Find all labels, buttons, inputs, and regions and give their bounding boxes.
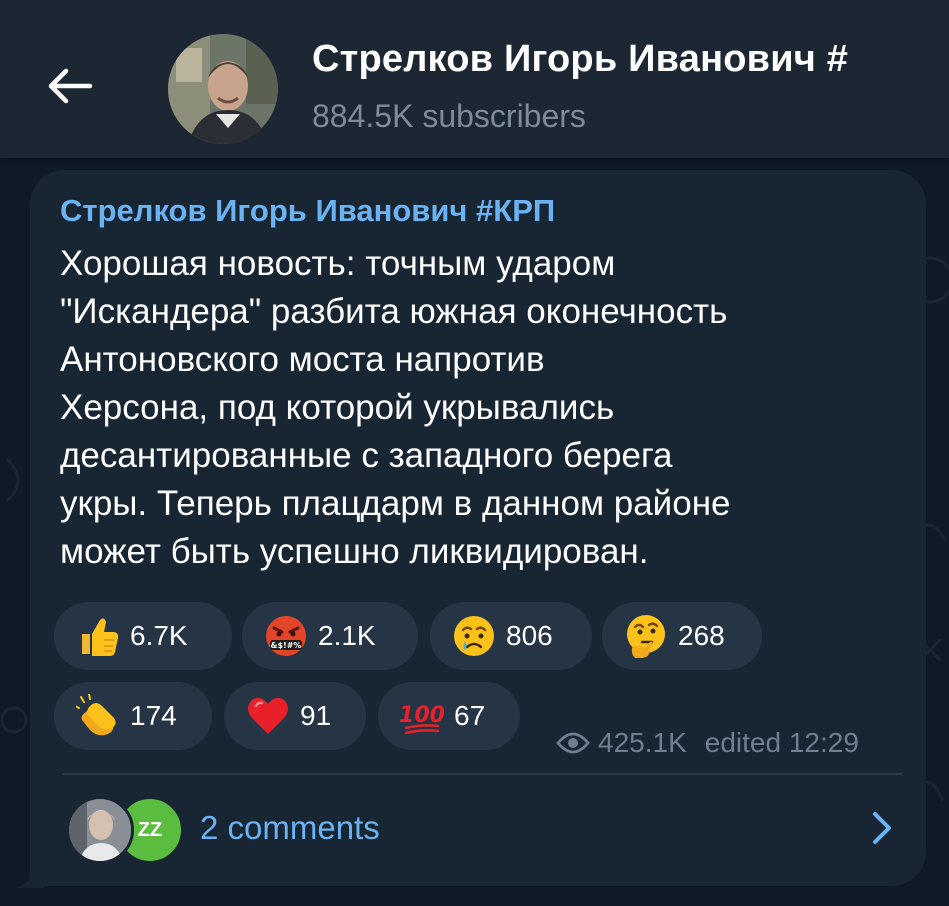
- view-count: 425.1K: [598, 727, 687, 758]
- hundred-points-icon: 100: [400, 703, 444, 735]
- reaction-count: 268: [678, 620, 725, 651]
- message-meta: 425.1K edited 12:29: [556, 726, 859, 760]
- reaction-count: 2.1K: [318, 620, 376, 651]
- reaction-cursing[interactable]: &$!#% 2.1K: [242, 602, 418, 670]
- reaction-crying[interactable]: 806: [430, 602, 592, 670]
- svg-text:&$!#%: &$!#%: [271, 641, 302, 650]
- reaction-clapping[interactable]: 174: [54, 682, 212, 750]
- channel-avatar[interactable]: [168, 34, 278, 144]
- reaction-thumbs-up[interactable]: 6.7K: [54, 602, 232, 670]
- thinking-face-icon: [627, 615, 665, 658]
- eye-icon: [556, 732, 590, 754]
- message-line: Херсона, под которой укрывались: [60, 388, 615, 427]
- channel-avatar-image: [168, 34, 278, 144]
- reaction-count: 67: [454, 700, 486, 731]
- comments-label: 2 comments: [200, 809, 380, 846]
- chevron-right-icon: [873, 812, 891, 844]
- edited-time: edited 12:29: [704, 727, 859, 758]
- clapping-hands-icon: [76, 694, 116, 736]
- message-line: Антоновского моста напротив: [60, 340, 545, 379]
- reaction-count: 91: [300, 700, 332, 731]
- reaction-count: 806: [506, 620, 553, 651]
- message-line: "Искандера" разбита южная оконечность: [60, 292, 728, 331]
- comments-divider: [62, 773, 902, 775]
- reaction-hundred[interactable]: 100 67: [378, 682, 520, 750]
- commenter-avatar-image: [69, 799, 131, 861]
- message-line: Хорошая новость: точным ударом: [60, 244, 616, 283]
- reaction-count: 6.7K: [130, 620, 188, 651]
- back-button[interactable]: [40, 56, 100, 116]
- message-author[interactable]: Стрелков Игорь Иванович #КРП: [60, 193, 555, 229]
- reaction-count: 174: [130, 700, 177, 731]
- reaction-thinking[interactable]: 268: [602, 602, 762, 670]
- cursing-face-icon: &$!#%: [266, 616, 306, 656]
- subscriber-count: 884.5K subscribers: [312, 98, 586, 134]
- channel-header: Стрелков Игорь Иванович # 884.5K subscri…: [0, 0, 949, 158]
- channel-title[interactable]: Стрелков Игорь Иванович #: [312, 38, 949, 92]
- message-text: Хорошая новость: точным ударом "Искандер…: [60, 240, 900, 576]
- crying-face-icon: [454, 616, 494, 656]
- message-line: может быть успешно ликвидирован.: [60, 532, 649, 571]
- commenter-avatar: [66, 796, 134, 864]
- comments-button[interactable]: ZZ 2 comments: [30, 778, 926, 878]
- message-line: десантированные с западного берега: [60, 436, 673, 475]
- red-heart-icon: [248, 697, 288, 734]
- reaction-heart[interactable]: 91: [224, 682, 366, 750]
- back-arrow-icon: [48, 68, 93, 104]
- message-line: укры. Теперь плацдарм в данном районе: [60, 484, 731, 523]
- thumbs-up-icon: [82, 618, 119, 656]
